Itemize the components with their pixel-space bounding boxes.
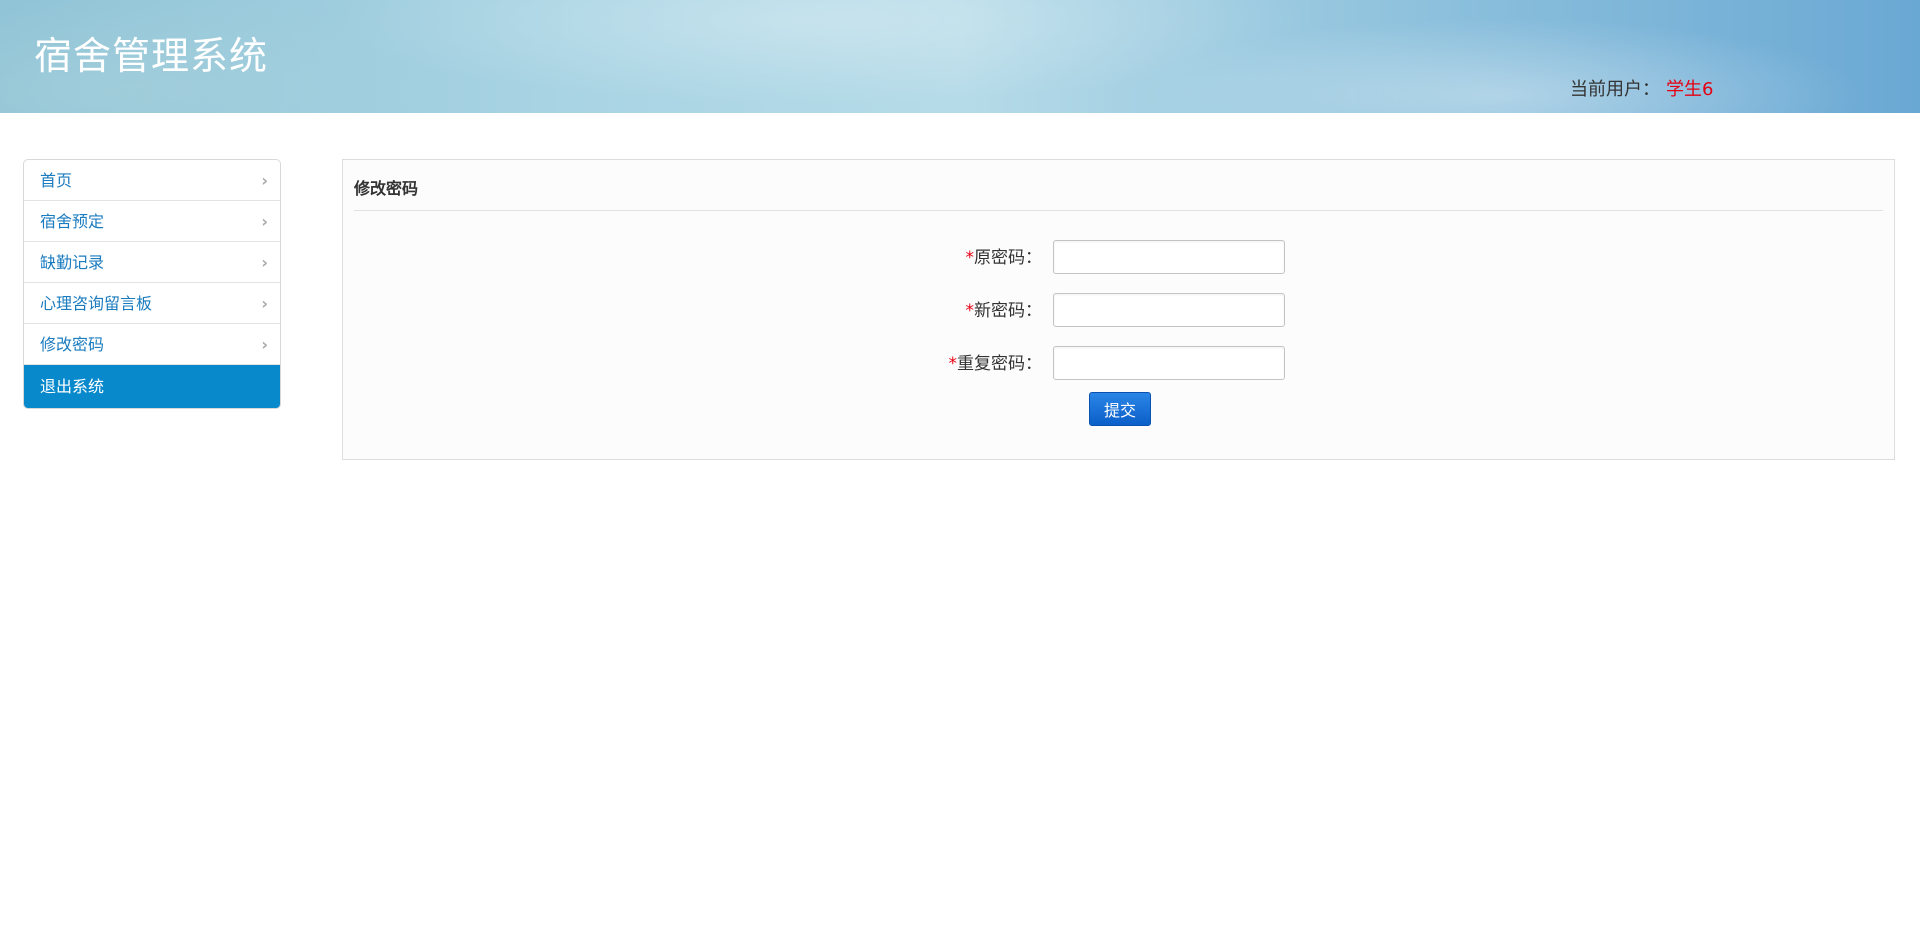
app-title: 宿舍管理系统: [34, 34, 269, 78]
repeat-password-label: *重复密码：: [949, 346, 1043, 382]
sidebar-item-logout[interactable]: 退出系统: [24, 365, 280, 408]
panel-divider: [354, 210, 1883, 211]
form-row-repeat-password: *重复密码：: [343, 346, 1894, 382]
current-user-name: 学生6: [1666, 79, 1714, 100]
chevron-right-icon: ›: [261, 212, 268, 231]
sidebar-item-label: 宿舍预定: [40, 212, 105, 231]
form-row-old-password: *原密码：: [343, 240, 1894, 276]
sidebar-item-label: 首页: [40, 171, 73, 190]
form-row-new-password: *新密码：: [343, 293, 1894, 329]
current-user-label: 当前用户：: [1570, 79, 1660, 100]
submit-button[interactable]: 提交: [1089, 392, 1151, 426]
change-password-panel: 修改密码 *原密码： *新密码： *重复密码： 提交: [342, 159, 1895, 460]
sidebar-item-change-password[interactable]: 修改密码 ›: [24, 324, 280, 365]
old-password-input[interactable]: [1053, 240, 1285, 274]
sidebar-item-counseling-board[interactable]: 心理咨询留言板 ›: [24, 283, 280, 324]
chevron-right-icon: ›: [261, 335, 268, 354]
new-password-label: *新密码：: [966, 293, 1043, 329]
chevron-right-icon: ›: [261, 171, 268, 190]
new-password-label-text: 新密码：: [974, 301, 1042, 321]
current-user-info: 当前用户： 学生6: [1570, 78, 1713, 102]
chevron-right-icon: ›: [261, 253, 268, 272]
sidebar-item-absence-records[interactable]: 缺勤记录 ›: [24, 242, 280, 283]
sidebar-item-label: 心理咨询留言板: [40, 294, 153, 313]
old-password-label: *原密码：: [966, 240, 1043, 276]
sidebar-item-label: 缺勤记录: [40, 253, 105, 272]
sidebar-item-home[interactable]: 首页 ›: [24, 160, 280, 201]
repeat-password-input[interactable]: [1053, 346, 1285, 380]
old-password-label-text: 原密码：: [974, 248, 1042, 268]
required-mark: *: [965, 248, 975, 268]
new-password-input[interactable]: [1053, 293, 1285, 327]
required-mark: *: [965, 301, 975, 321]
chevron-right-icon: ›: [261, 294, 268, 313]
sidebar-item-label: 修改密码: [40, 335, 105, 354]
panel-title: 修改密码: [354, 179, 419, 198]
header-banner: 宿舍管理系统 当前用户： 学生6: [0, 0, 1920, 113]
sidebar-nav: 首页 › 宿舍预定 › 缺勤记录 › 心理咨询留言板 › 修改密码 › 退出系统: [23, 159, 281, 409]
repeat-password-label-text: 重复密码：: [957, 354, 1042, 374]
required-mark: *: [948, 354, 958, 374]
sidebar-item-dorm-reservation[interactable]: 宿舍预定 ›: [24, 201, 280, 242]
sidebar-item-label: 退出系统: [40, 377, 105, 396]
